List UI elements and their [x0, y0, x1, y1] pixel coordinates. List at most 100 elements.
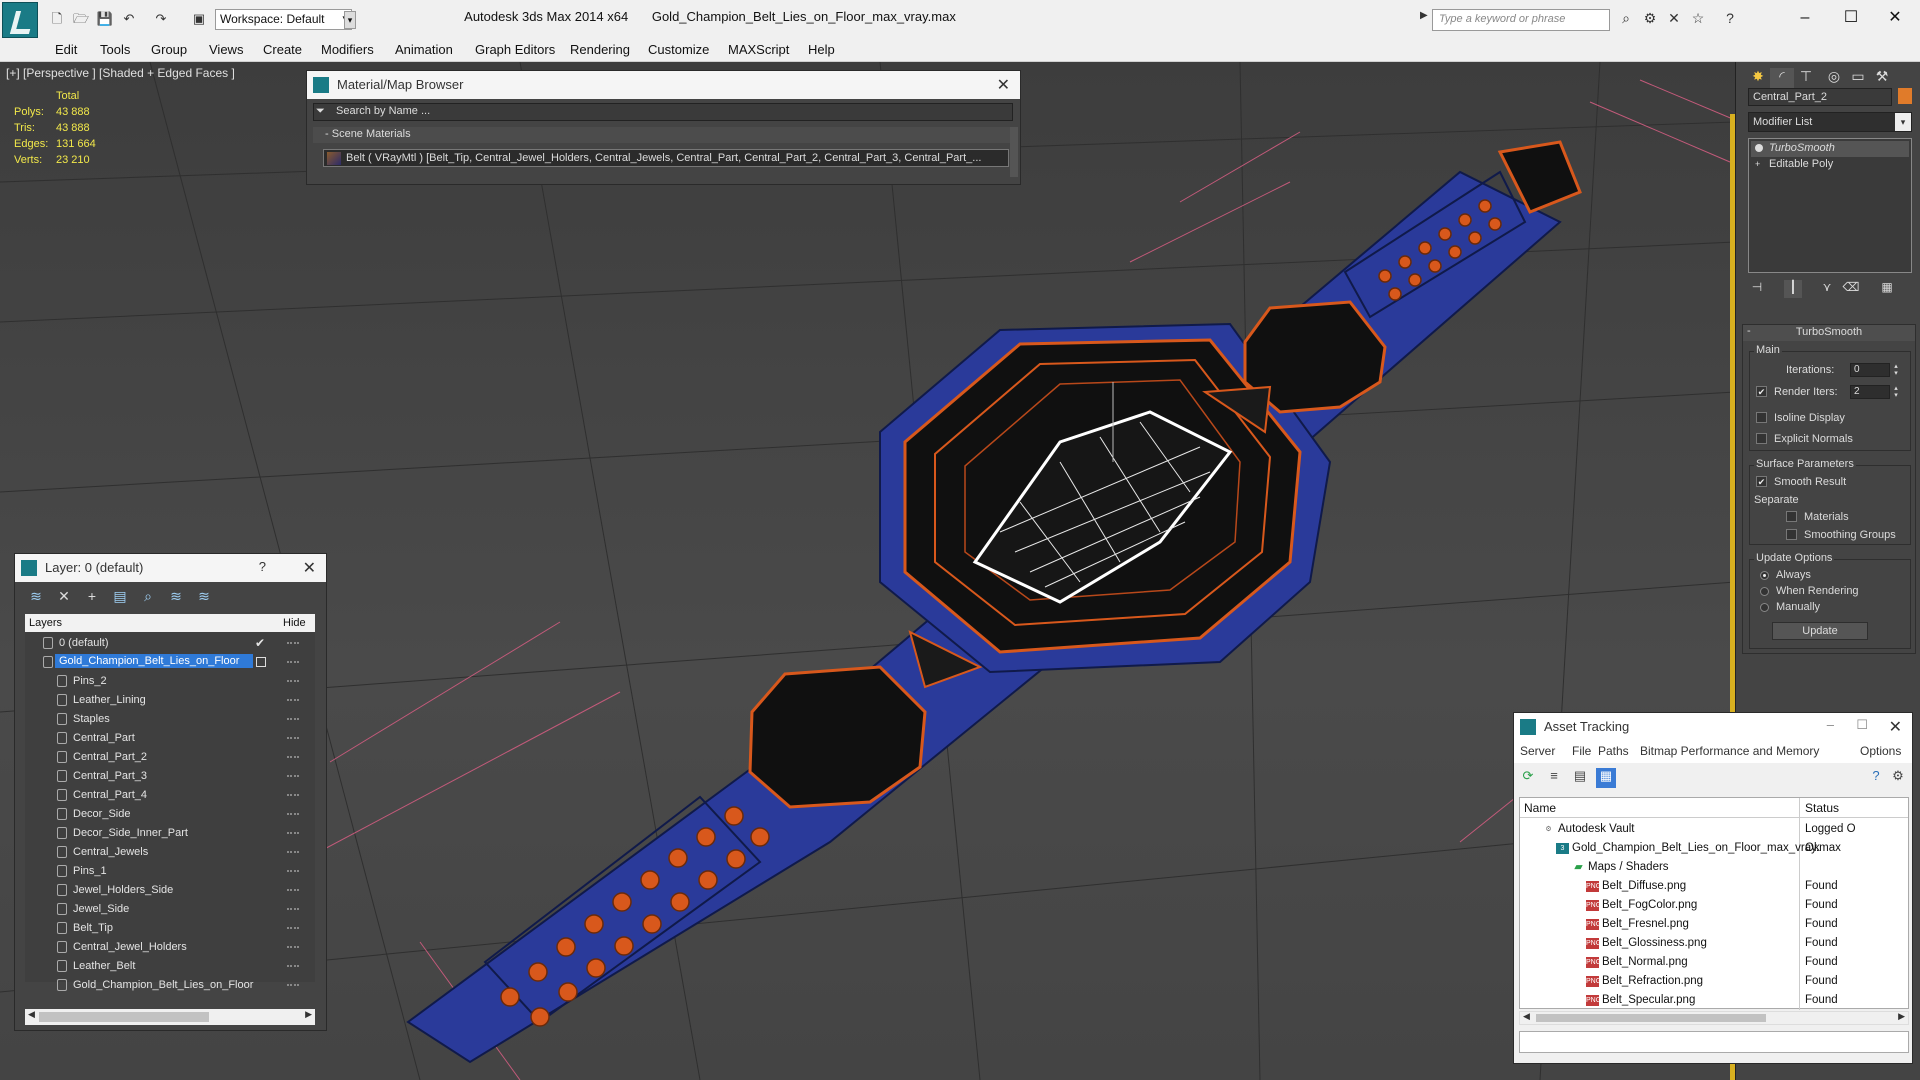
asset-row-max-file[interactable]: 3 Gold_Champion_Belt_Lies_on_Floor_max_v… [1520, 839, 1908, 858]
pin-stack-icon[interactable]: ⊣ [1748, 280, 1766, 298]
separate-smoothing-groups-checkbox[interactable] [1786, 529, 1797, 540]
select-in-layer-icon[interactable]: ▤ [109, 588, 131, 608]
layer-object-row[interactable]: Leather_Belt [25, 957, 315, 976]
menu-animation[interactable]: Animation [395, 42, 453, 57]
hide-toggle[interactable] [287, 794, 299, 796]
render-iters-spinner[interactable]: 2 [1850, 385, 1890, 399]
layer-row-selected[interactable]: Gold_Champion_Belt_Lies_on_Floor [25, 653, 315, 672]
hide-toggle[interactable] [287, 699, 299, 701]
hide-toggle[interactable] [287, 737, 299, 739]
layer-object-row[interactable]: Decor_Side_Inner_Part [25, 824, 315, 843]
layers-column-header[interactable]: Layers [29, 617, 62, 629]
layer-row[interactable]: 0 (default) ✔ [25, 634, 315, 653]
viewport-label[interactable]: [+] [Perspective ] [Shaded + Edged Faces… [6, 66, 235, 80]
explicit-normals-checkbox[interactable] [1756, 433, 1767, 444]
scroll-thumb[interactable] [39, 1012, 209, 1022]
asset-menu-bitmap-performance[interactable]: Bitmap Performance and Memory [1640, 744, 1819, 758]
menu-tools[interactable]: Tools [100, 42, 130, 57]
asset-row-vault[interactable]: ⚙ Autodesk Vault Logged O [1520, 820, 1908, 839]
hide-toggle[interactable] [287, 889, 299, 891]
tree-view-icon[interactable]: ▤ [1570, 768, 1590, 788]
material-search-input[interactable]: ⏷ Search by Name ... [313, 103, 1013, 121]
asset-menu-server[interactable]: Server [1520, 744, 1555, 758]
layer-object-row[interactable]: Central_Part_3 [25, 767, 315, 786]
asset-menu-paths[interactable]: Paths [1598, 744, 1629, 758]
hide-toggle[interactable] [287, 908, 299, 910]
list-view-icon[interactable]: ≡ [1544, 768, 1564, 788]
keyword-search-input[interactable]: Type a keyword or phrase [1432, 9, 1610, 31]
freeze-all-icon[interactable]: ≋ [193, 588, 215, 608]
make-unique-icon[interactable]: ⋎ [1818, 280, 1836, 298]
name-column-header[interactable]: Name [1524, 801, 1556, 815]
search-expand-icon[interactable]: ▶ [1420, 10, 1428, 21]
hide-toggle[interactable] [287, 642, 299, 644]
asset-menu-file[interactable]: File [1572, 744, 1591, 758]
stack-item-turbosmooth[interactable]: TurboSmooth [1751, 141, 1909, 157]
scroll-right-icon[interactable]: ▶ [305, 1009, 312, 1020]
hide-toggle[interactable] [287, 946, 299, 948]
motion-tab-icon[interactable]: ◎ [1822, 68, 1846, 90]
hide-toggle[interactable] [287, 718, 299, 720]
asset-horizontal-scrollbar[interactable]: ◀ ▶ [1519, 1011, 1909, 1025]
scroll-left-icon[interactable]: ◀ [1523, 1011, 1530, 1022]
scroll-left-icon[interactable]: ◀ [28, 1009, 35, 1020]
hide-toggle[interactable] [287, 984, 299, 986]
scene-materials-group[interactable]: - Scene Materials [313, 127, 1013, 143]
iterations-spinner[interactable]: 0 [1850, 363, 1890, 377]
always-radio[interactable] [1760, 571, 1769, 580]
object-name-field[interactable]: Central_Part_2 [1748, 88, 1892, 106]
subscription-icon[interactable]: ⚙ [1640, 10, 1660, 28]
layer-object-row[interactable]: Gold_Champion_Belt_Lies_on_Floor [25, 976, 315, 995]
layer-box-icon[interactable] [256, 657, 266, 667]
highlight-layer-icon[interactable]: ⌕ [137, 588, 159, 608]
maximize-icon[interactable]: ☐ [1856, 717, 1868, 733]
layer-object-row[interactable]: Central_Part [25, 729, 315, 748]
layer-object-row[interactable]: Central_Jewel_Holders [25, 938, 315, 957]
menu-maxscript[interactable]: MAXScript [728, 42, 789, 57]
layer-object-row[interactable]: Decor_Side [25, 805, 315, 824]
menu-help[interactable]: Help [808, 42, 835, 57]
hide-toggle[interactable] [287, 832, 299, 834]
hierarchy-tab-icon[interactable]: ⊤ [1794, 68, 1818, 90]
layer-object-row[interactable]: Central_Part_4 [25, 786, 315, 805]
delete-layer-icon[interactable]: ✕ [53, 588, 75, 608]
display-tab-icon[interactable]: ▭ [1846, 68, 1870, 90]
favorites-star-icon[interactable]: ☆ [1688, 10, 1708, 28]
hide-toggle[interactable] [287, 851, 299, 853]
utilities-tab-icon[interactable]: ⚒ [1870, 68, 1894, 90]
scroll-thumb[interactable] [1536, 1014, 1766, 1022]
help-icon[interactable]: ? [1720, 10, 1740, 28]
help-question-icon[interactable]: ? [259, 559, 266, 574]
material-item-belt[interactable]: Belt ( VRayMtl ) [Belt_Tip, Central_Jewe… [323, 149, 1009, 167]
light-bulb-icon[interactable] [1755, 144, 1763, 152]
help-icon[interactable]: ? [1866, 768, 1886, 788]
layer-object-row[interactable]: Belt_Tip [25, 919, 315, 938]
spinner-arrows-icon[interactable]: ▴ ▾ [1892, 363, 1900, 377]
isoline-display-checkbox[interactable] [1756, 412, 1767, 423]
menu-group[interactable]: Group [151, 42, 187, 57]
object-color-swatch[interactable] [1898, 88, 1912, 104]
scroll-right-icon[interactable]: ▶ [1898, 1011, 1905, 1022]
asset-row-png[interactable]: PNG Belt_Glossiness.png Found [1520, 934, 1908, 953]
minimize-icon[interactable]: – [1827, 717, 1834, 732]
binoculars-icon[interactable]: ⌕ [1616, 10, 1636, 28]
layer-object-row[interactable]: Leather_Lining [25, 691, 315, 710]
spinner-arrows-icon[interactable]: ▴ ▾ [1892, 385, 1900, 399]
modify-tab-icon[interactable]: ◜ [1770, 68, 1794, 90]
filter-icon[interactable]: ⏷ [316, 105, 325, 118]
maximize-button[interactable]: ☐ [1828, 4, 1874, 32]
menu-graph-editors[interactable]: Graph Editors [475, 42, 555, 57]
asset-row-maps[interactable]: ▰ Maps / Shaders [1520, 858, 1908, 877]
asset-tracking-titlebar[interactable]: Asset Tracking – ☐ ✕ [1514, 713, 1912, 741]
hide-column-header[interactable]: Hide [283, 617, 306, 629]
close-button[interactable]: ✕ [1872, 4, 1918, 32]
menu-views[interactable]: Views [209, 42, 243, 57]
expand-plus-icon[interactable]: + [1755, 159, 1760, 169]
asset-row-png[interactable]: PNG Belt_Diffuse.png Found [1520, 877, 1908, 896]
asset-row-png[interactable]: PNG Belt_Normal.png Found [1520, 953, 1908, 972]
settings-icon[interactable]: ⚙ [1888, 768, 1908, 788]
menu-customize[interactable]: Customize [648, 42, 709, 57]
status-column-header[interactable]: Status [1805, 801, 1839, 815]
when-rendering-radio[interactable] [1760, 587, 1769, 596]
menu-create[interactable]: Create [263, 42, 302, 57]
